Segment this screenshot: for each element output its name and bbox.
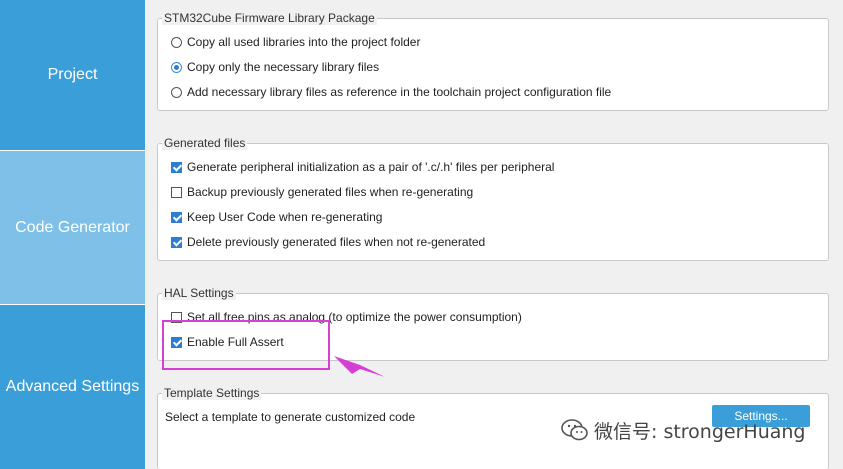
checkbox-generate-pair[interactable]: Generate peripheral initialization as a … [171,159,554,175]
checkbox-keep-user-code[interactable]: Keep User Code when re-generating [171,209,382,225]
checkbox-generate-pair-box[interactable] [171,161,182,173]
tab-advanced-settings[interactable]: Advanced Settings [0,305,145,469]
tab-code-generator[interactable]: Code Generator [0,150,145,305]
checkbox-delete-previous-label: Delete previously generated files when n… [187,235,486,249]
annotation-arrow-icon [334,356,385,377]
radio-add-reference-indicator[interactable] [171,86,182,98]
generated-files-title: Generated files [162,136,248,150]
tab-code-generator-label: Code Generator [15,218,130,236]
annotation-highlight-box [162,320,330,370]
firmware-package-title: STM32Cube Firmware Library Package [162,11,377,25]
tab-project[interactable]: Project [0,0,145,150]
radio-add-reference-label: Add necessary library files as reference… [187,85,612,99]
radio-add-reference[interactable]: Add necessary library files as reference… [171,84,611,100]
firmware-package-group: STM32Cube Firmware Library Package Copy … [157,11,829,111]
radio-copy-necessary-indicator[interactable] [171,61,182,73]
checkbox-backup-label: Backup previously generated files when r… [187,185,474,199]
checkbox-keep-user-code-label: Keep User Code when re-generating [187,210,383,224]
checkbox-backup-box[interactable] [171,186,182,198]
watermark-text: 微信号: strongerHuang [594,420,806,443]
main-panel: STM32Cube Firmware Library Package Copy … [145,0,843,469]
hal-settings-title: HAL Settings [162,286,236,300]
checkbox-delete-previous[interactable]: Delete previously generated files when n… [171,234,485,250]
checkbox-keep-user-code-box[interactable] [171,211,182,223]
wechat-icon [561,419,588,441]
radio-copy-necessary-label: Copy only the necessary library files [187,60,380,74]
template-description: Select a template to generate customized… [165,410,416,424]
radio-copy-all[interactable]: Copy all used libraries into the project… [171,34,420,50]
radio-copy-necessary[interactable]: Copy only the necessary library files [171,59,379,75]
radio-copy-all-indicator[interactable] [171,36,182,48]
radio-copy-all-label: Copy all used libraries into the project… [187,35,421,49]
watermark: 微信号: strongerHuang [560,416,806,444]
checkbox-generate-pair-label: Generate peripheral initialization as a … [187,160,555,174]
generated-files-group: Generated files Generate peripheral init… [157,136,829,261]
checkbox-backup[interactable]: Backup previously generated files when r… [171,184,473,200]
template-settings-title: Template Settings [162,386,262,400]
sidebar: Project Code Generator Advanced Settings [0,0,145,469]
tab-project-label: Project [47,66,98,83]
tab-advanced-settings-label: Advanced Settings [5,378,140,395]
checkbox-delete-previous-box[interactable] [171,236,182,248]
